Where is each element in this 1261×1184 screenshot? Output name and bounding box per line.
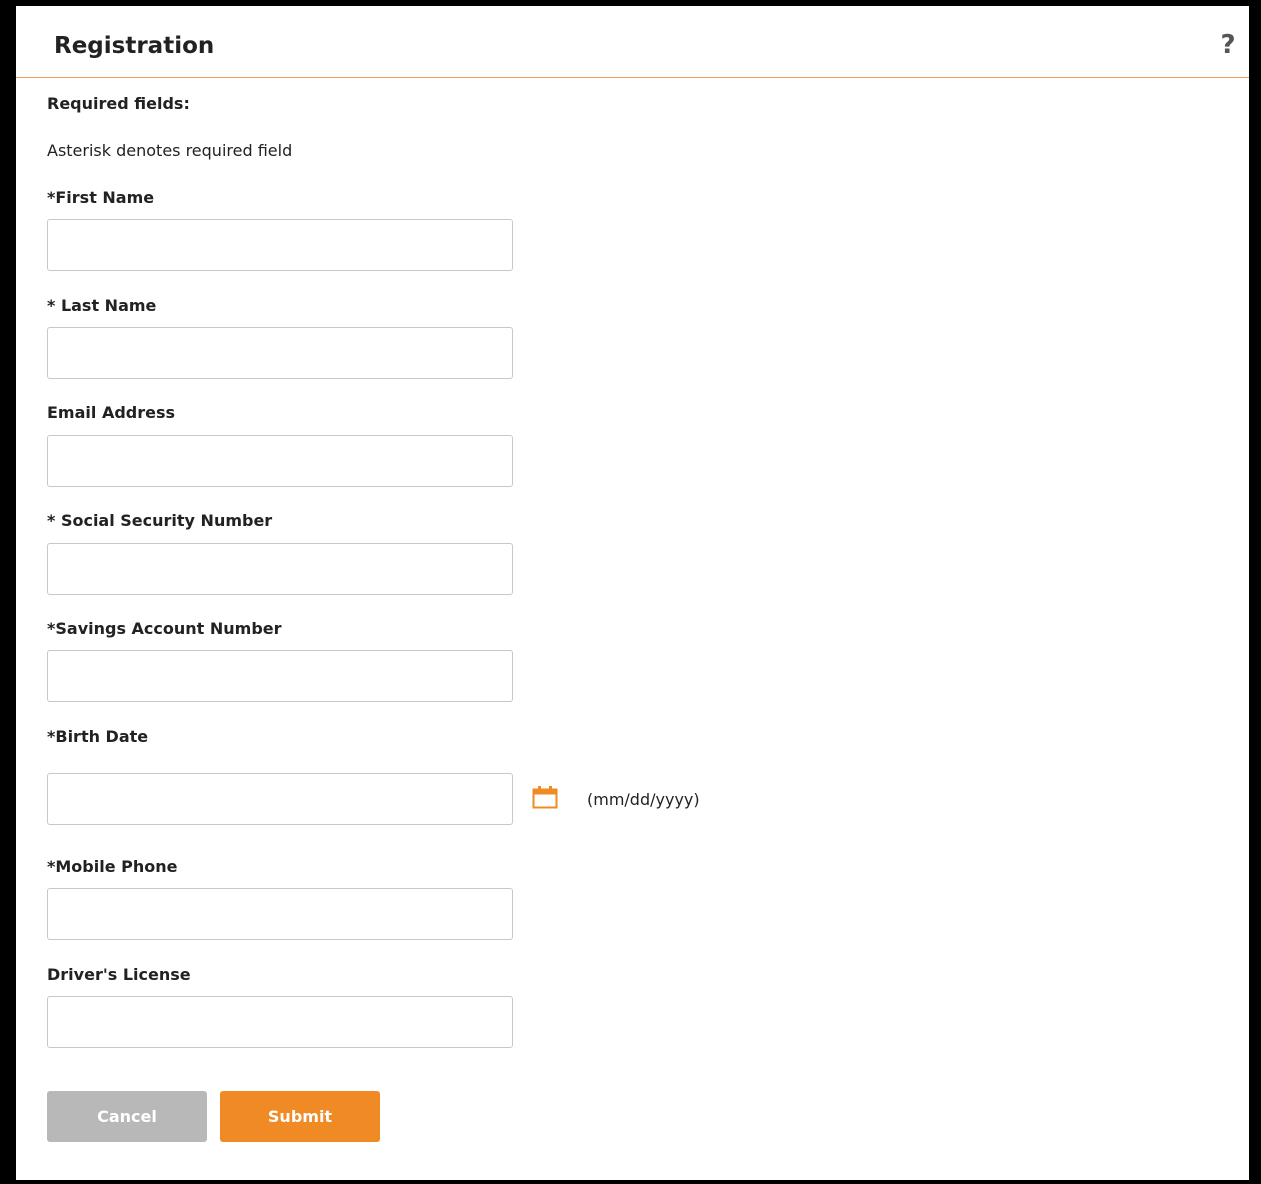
- savings-account-input[interactable]: [47, 650, 513, 702]
- drivers-license-input[interactable]: [47, 996, 513, 1048]
- birth-date-label: *Birth Date: [47, 727, 149, 746]
- birth-date-format-hint: (mm/dd/yyyy): [587, 790, 700, 809]
- ssn-input[interactable]: [47, 543, 513, 595]
- cancel-button[interactable]: Cancel: [47, 1091, 207, 1142]
- email-address-input[interactable]: [47, 435, 513, 487]
- ssn-label: * Social Security Number: [47, 511, 273, 530]
- dialog-header: Registration ?: [16, 6, 1249, 78]
- help-icon[interactable]: ?: [1215, 28, 1241, 62]
- calendar-icon-graphic: [532, 786, 558, 809]
- required-fields-heading: Required fields:: [47, 94, 190, 113]
- first-name-input[interactable]: [47, 219, 513, 271]
- last-name-input[interactable]: [47, 327, 513, 379]
- mobile-phone-label: *Mobile Phone: [47, 857, 178, 876]
- drivers-license-label: Driver's License: [47, 965, 191, 984]
- required-field-note: Asterisk denotes required field: [47, 141, 293, 160]
- last-name-label: * Last Name: [47, 296, 157, 315]
- calendar-icon[interactable]: [532, 785, 558, 809]
- email-address-label: Email Address: [47, 403, 176, 422]
- first-name-label: *First Name: [47, 188, 155, 207]
- birth-date-input[interactable]: [47, 773, 513, 825]
- submit-button[interactable]: Submit: [220, 1091, 380, 1142]
- page-title: Registration: [54, 33, 215, 59]
- savings-account-label: *Savings Account Number: [47, 619, 282, 638]
- mobile-phone-input[interactable]: [47, 888, 513, 940]
